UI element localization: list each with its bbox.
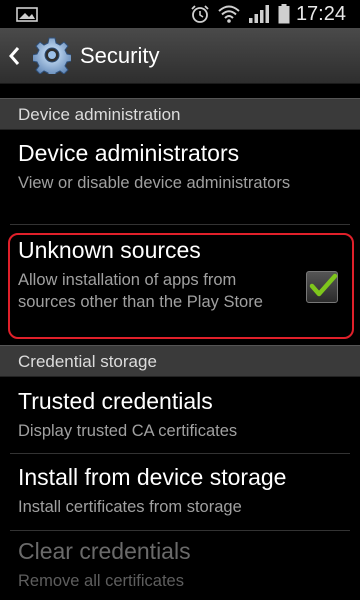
list-item-clear-credentials: Clear credentials Remove all certificate… [0,532,360,600]
section-header-label: Credential storage [18,352,157,371]
item-summary: Allow installation of apps from sources … [18,271,263,311]
battery-icon [278,4,290,24]
unknown-sources-checkbox[interactable] [306,271,338,303]
item-summary: View or disable device administrators [18,174,291,192]
list-item-trusted-credentials[interactable]: Trusted credentials Display trusted CA c… [0,380,360,446]
check-icon [309,273,338,297]
status-bar: 17:24 [0,0,360,28]
image-icon [16,7,38,22]
divider [10,453,350,454]
item-title: Unknown sources [18,237,201,263]
alarm-icon [191,5,209,23]
wifi-icon [218,5,240,23]
signal-icon [249,5,269,23]
divider [10,530,350,531]
divider [10,224,350,225]
list-item-device-administrators[interactable]: Device administrators View or disable de… [0,132,360,218]
item-title: Device administrators [18,140,240,166]
item-title: Trusted credentials [18,388,213,414]
item-summary: Install certificates from storage [18,498,242,516]
section-header-label: Device administration [18,105,181,124]
action-bar: Security [0,28,360,84]
gear-icon[interactable] [33,36,71,74]
settings-list: Device administration Device administrat… [0,84,360,600]
list-item-install-from-device-storage[interactable]: Install from device storage Install cert… [0,456,360,528]
section-header-device-administration: Device administration [0,98,360,130]
status-time: 17:24 [295,3,346,25]
item-title: Install from device storage [18,464,287,490]
item-title: Clear credentials [18,538,191,564]
item-summary: Remove all certificates [18,572,184,590]
section-header-credential-storage: Credential storage [0,345,360,377]
back-icon[interactable] [6,45,22,67]
item-summary: Display trusted CA certificates [18,422,238,440]
page-title: Security [80,43,160,68]
